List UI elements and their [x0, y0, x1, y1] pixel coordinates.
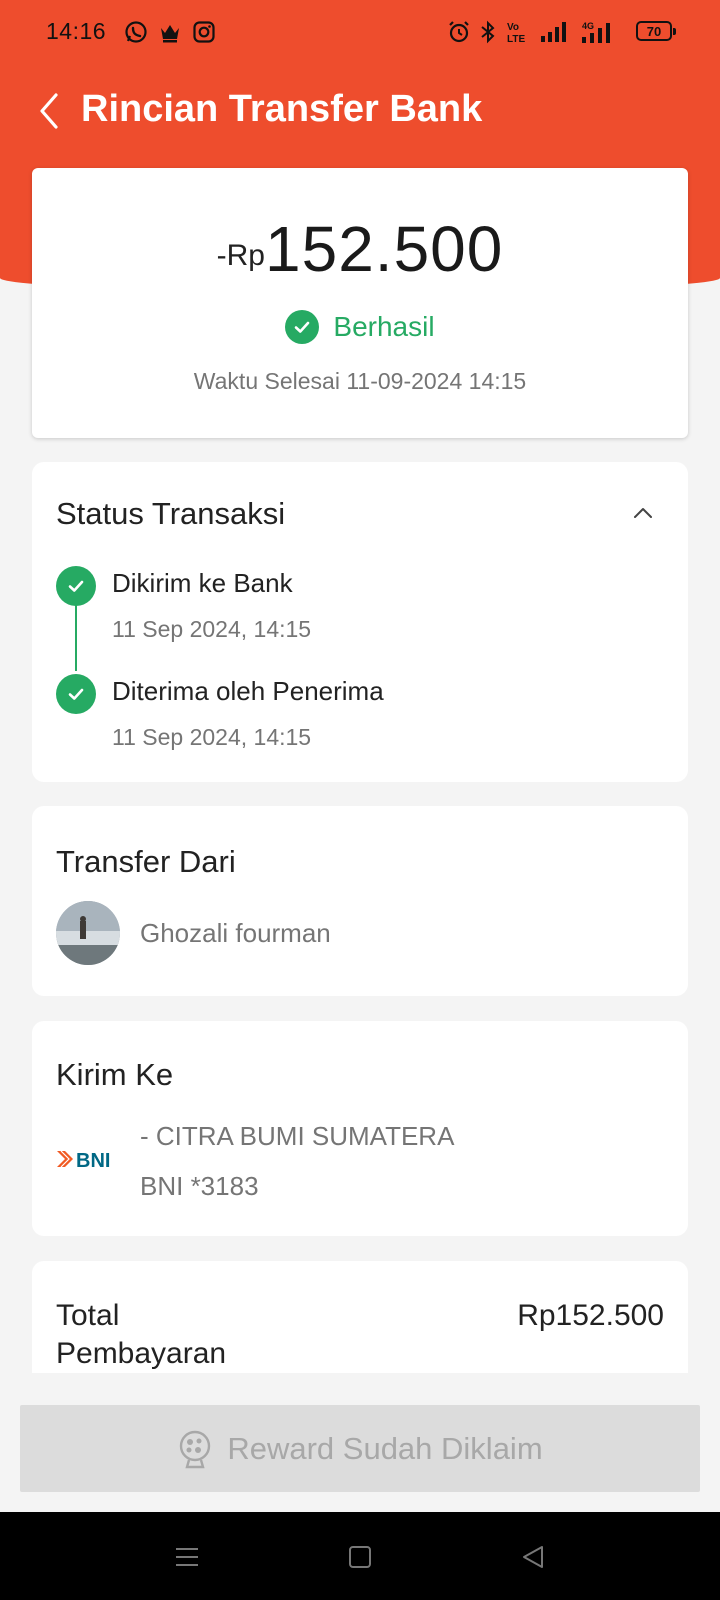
recipient-name: - CITRA BUMI SUMATERA: [140, 1121, 455, 1151]
amount-summary-card: -Rp152.500 Berhasil Waktu Selesai 11-09-…: [32, 168, 688, 438]
chevron-left-icon: [40, 93, 58, 129]
step-check-icon: [56, 566, 96, 606]
transfer-from-title: Transfer Dari: [56, 844, 236, 879]
amount-value: 152.500: [265, 213, 504, 285]
transaction-status-row: Berhasil: [32, 310, 688, 344]
alarm-icon: [447, 18, 471, 46]
send-to-card: Kirim Ke BNI - CITRA BUMI SUMATERA BNI *…: [32, 1021, 688, 1236]
total-label: Total Pembayaran: [56, 1299, 227, 1370]
home-square-icon[interactable]: [345, 1542, 375, 1572]
reward-claimed-button[interactable]: Reward Sudah Diklaim: [20, 1405, 700, 1492]
4g-signal-icon: 4G: [580, 18, 616, 46]
system-navigation-bar: [0, 1512, 720, 1600]
finish-time: Waktu Selesai 11-09-2024 14:15: [193, 368, 527, 394]
status-text: Berhasil: [333, 311, 435, 342]
send-to-title: Kirim Ke: [56, 1057, 174, 1092]
transaction-status-card: Status Transaksi Dikirim ke Bank 11 Sep …: [32, 462, 688, 782]
svg-text:Vo: Vo: [507, 22, 519, 33]
signal-icon: [540, 18, 568, 46]
volte-icon: Vo LTE: [506, 18, 532, 46]
status-bar: 14:16 Vo LTE 4G 70: [0, 0, 720, 64]
step-check-icon: [56, 674, 96, 714]
svg-text:4G: 4G: [582, 21, 594, 31]
svg-text:LTE: LTE: [507, 34, 525, 45]
step-time: 11 Sep 2024, 14:15: [112, 724, 312, 750]
total-payment-card: Total Pembayaran Rp152.500: [32, 1261, 688, 1373]
reward-coin-icon: [180, 1430, 211, 1468]
transaction-status-title: Status Transaksi: [56, 496, 286, 531]
step-time: 11 Sep 2024, 14:15: [112, 616, 312, 642]
back-button[interactable]: [30, 86, 70, 136]
battery-indicator: 70: [636, 21, 676, 41]
amount-display: -Rp152.500: [32, 212, 688, 286]
total-value: Rp152.500: [517, 1299, 664, 1332]
bluetooth-icon: [478, 18, 498, 46]
top-app-bar: Rincian Transfer Bank: [0, 76, 720, 146]
chevron-up-icon[interactable]: [632, 502, 654, 524]
amount-prefix: -Rp: [216, 239, 265, 272]
transfer-from-card: Transfer Dari Ghozali fourman: [32, 806, 688, 996]
instagram-icon: [192, 18, 216, 46]
back-triangle-icon[interactable]: [518, 1542, 548, 1572]
reward-button-label: Reward Sudah Diklaim: [227, 1430, 543, 1466]
timeline-connector: [75, 605, 77, 671]
recipient-account: BNI *3183: [140, 1171, 259, 1201]
bank-logo-text: BNI: [76, 1150, 110, 1171]
crown-icon: [158, 18, 182, 46]
whatsapp-icon: [124, 18, 148, 46]
page-title: Rincian Transfer Bank: [81, 88, 483, 130]
step-title: Diterima oleh Penerima: [112, 676, 384, 706]
success-check-icon: [285, 310, 320, 344]
sender-name: Ghozali fourman: [140, 918, 331, 948]
menu-icon[interactable]: [172, 1542, 202, 1572]
status-time: 14:16: [46, 18, 107, 44]
avatar: [56, 901, 120, 965]
bni-logo: BNI: [56, 1147, 122, 1172]
step-title: Dikirim ke Bank: [112, 568, 293, 598]
